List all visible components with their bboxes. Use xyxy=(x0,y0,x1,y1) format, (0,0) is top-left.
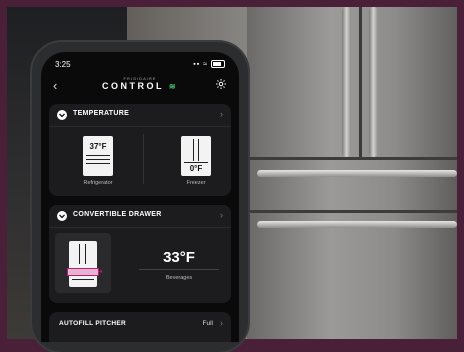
door-handle-right xyxy=(369,7,378,157)
gear-icon[interactable] xyxy=(215,78,227,90)
autofill-status: Full xyxy=(202,320,213,327)
drawer-title: CONVERTIBLE DRAWER xyxy=(73,211,162,218)
drawer-marker-icon: ◂ xyxy=(99,269,103,275)
fridge-line xyxy=(72,279,94,280)
freezer-control[interactable]: 0°F Freezer xyxy=(161,136,231,186)
drawer-handle-2 xyxy=(257,221,457,228)
freezer-icon: 0°F xyxy=(181,136,211,176)
drawer-card-header[interactable]: CONVERTIBLE DRAWER › xyxy=(49,205,231,228)
freezer-label: Freezer xyxy=(186,180,206,186)
chevron-down-icon xyxy=(57,211,67,221)
drawer-mode-label: Beverages xyxy=(165,275,193,281)
chevron-right-icon: › xyxy=(220,109,223,119)
fridge-doors xyxy=(247,7,457,157)
refrigerator-control[interactable]: 37°F Refrigerator xyxy=(63,136,133,186)
refrigerator-label: Refrigerator xyxy=(83,180,113,186)
fridge-line xyxy=(86,159,110,160)
convertible-drawer-card[interactable]: CONVERTIBLE DRAWER › ◂ 33°F Beverages xyxy=(49,205,231,303)
brand-name: CONTROL ≋ xyxy=(101,81,179,91)
drawer-handle-1 xyxy=(257,170,457,177)
fridge-split xyxy=(193,139,194,161)
freezer-drawer-front xyxy=(247,213,457,339)
fridge-split xyxy=(79,244,80,264)
fridge-split xyxy=(198,139,199,161)
battery-icon xyxy=(211,60,225,68)
phone-screen: 3:25 ▪▪ ≈ ‹ FRIGIDAIRE CONTROL ≋ TEMPERA… xyxy=(41,52,239,342)
autofill-pitcher-card[interactable]: AUTOFILL PITCHER Full › xyxy=(49,312,231,342)
refrigerator-temp: 37°F xyxy=(89,142,107,151)
temperature-card-header[interactable]: TEMPERATURE › xyxy=(49,104,231,127)
drawer-divider xyxy=(139,269,219,270)
chevron-right-icon: › xyxy=(220,318,223,328)
temperature-card[interactable]: TEMPERATURE › 37°F Refrigerator 0°F Free… xyxy=(49,104,231,196)
fridge-split xyxy=(85,244,86,264)
chevron-right-icon: › xyxy=(220,210,223,220)
autofill-title: AUTOFILL PITCHER xyxy=(59,320,127,327)
app-logo: FRIGIDAIRE CONTROL ≋ xyxy=(102,76,178,91)
wifi-icon: ≋ xyxy=(168,82,179,91)
status-icons: ▪▪ ≈ xyxy=(193,60,225,68)
convertible-drawer-front xyxy=(247,160,457,210)
drawer-highlight xyxy=(67,268,99,276)
temperature-title: TEMPERATURE xyxy=(73,110,130,117)
refrigerator-icon: 37°F xyxy=(83,136,113,176)
status-bar: 3:25 ▪▪ ≈ xyxy=(55,60,225,72)
fridge-line xyxy=(184,162,208,163)
door-gap xyxy=(359,7,362,157)
drawer-temp: 33°F xyxy=(163,249,195,266)
drawer-illustration: ◂ xyxy=(55,233,111,293)
chevron-left-icon[interactable]: ‹ xyxy=(53,78,57,93)
card-divider xyxy=(143,134,144,184)
drawer-fridge-icon xyxy=(67,241,99,287)
status-time: 3:25 xyxy=(55,60,71,69)
fridge-line xyxy=(86,155,110,156)
fridge-line xyxy=(86,163,110,164)
freezer-temp: 0°F xyxy=(189,164,203,173)
app-header: ‹ FRIGIDAIRE CONTROL ≋ xyxy=(49,76,231,96)
door-handle-left xyxy=(342,7,351,157)
chevron-down-icon xyxy=(57,110,67,120)
